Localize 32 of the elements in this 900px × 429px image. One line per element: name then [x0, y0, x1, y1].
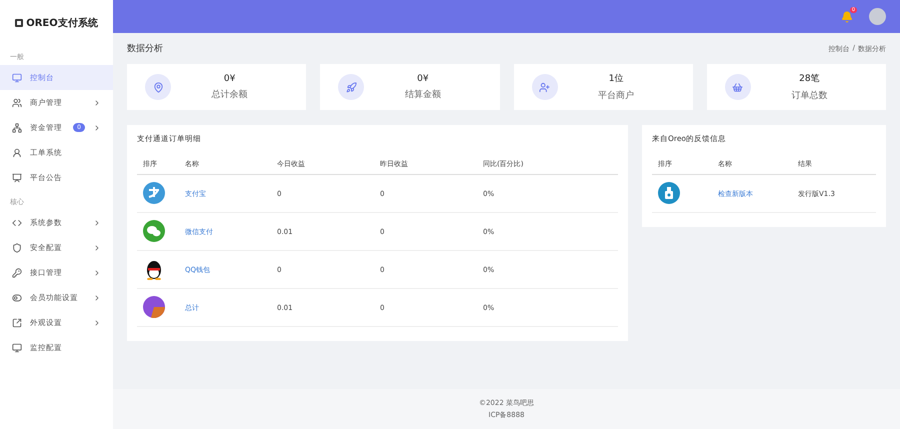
monitor-icon [12, 72, 22, 82]
monitor-icon [12, 342, 22, 352]
logo-icon [143, 220, 165, 242]
key-icon [12, 268, 22, 278]
lock-icon [658, 182, 680, 204]
toggle-icon [12, 292, 22, 302]
basket-icon [724, 74, 751, 100]
page-title: 数据分析 [127, 42, 163, 55]
stat-label: 结算金额 [404, 88, 441, 100]
stat-label: 订单总数 [791, 90, 828, 102]
stat-label: 平台商户 [598, 90, 634, 102]
stat-value: 1位 [608, 72, 624, 85]
stat-value: 0¥ [224, 74, 236, 84]
pin-icon [145, 74, 171, 100]
network-icon [12, 122, 22, 132]
stat-value: 0¥ [417, 74, 429, 84]
rocket-icon [338, 74, 364, 100]
logo-icon [15, 18, 24, 26]
user-plus-icon [532, 74, 558, 100]
avatar[interactable] [869, 8, 886, 25]
pie-icon [143, 296, 165, 318]
stat-value: 28笔 [799, 72, 820, 85]
logo-icon [143, 182, 165, 204]
bell-icon[interactable] [841, 10, 853, 22]
user-icon [12, 148, 22, 158]
shield-icon [12, 242, 22, 252]
stat-label: 总计余额 [212, 88, 248, 100]
frame-icon [12, 318, 22, 328]
code-icon [12, 218, 22, 228]
brand-name: OREO支付系统 [26, 16, 98, 30]
users-icon [12, 98, 22, 108]
board-icon [12, 172, 22, 182]
